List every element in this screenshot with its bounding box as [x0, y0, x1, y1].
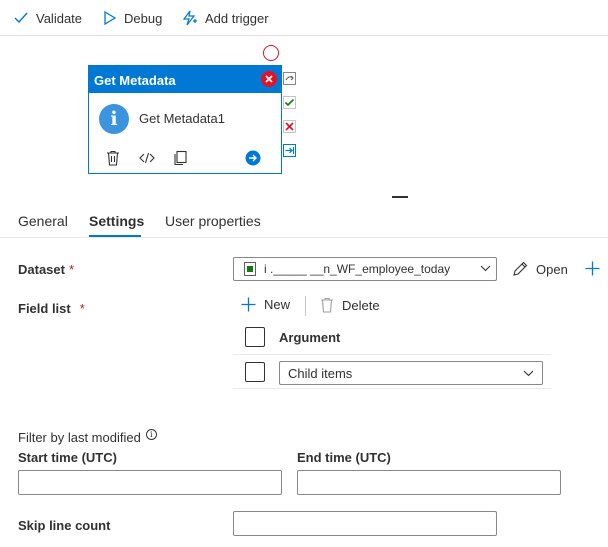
required-marker: * [68, 262, 75, 277]
dataset-select[interactable]: i ._____ __n_WF_employee_today [233, 257, 497, 281]
new-argument-button[interactable]: New [241, 297, 290, 312]
activity-card-body: i Get Metadata1 [89, 93, 281, 145]
end-time-label: End time (UTC) [297, 450, 391, 465]
field-list-label: Field list * [18, 301, 85, 316]
dataset-label: Dataset * [18, 262, 75, 277]
go-arrow-icon[interactable] [245, 150, 261, 166]
argument-select[interactable]: Child items [279, 361, 543, 385]
argument-value: Child items [288, 366, 353, 381]
debug-button[interactable]: Debug [104, 9, 162, 27]
lightning-icon [182, 10, 197, 26]
validate-label: Validate [36, 10, 83, 26]
activity-card-actions [89, 146, 281, 170]
tab-user-properties[interactable]: User properties [165, 213, 261, 229]
toolbar-divider [305, 296, 306, 316]
dataset-icon [244, 262, 256, 276]
add-trigger-label: Add trigger [205, 10, 269, 26]
chevron-down-icon [480, 265, 491, 272]
status-circle-icon [263, 45, 279, 61]
argument-grid-header: Argument [233, 325, 551, 355]
row-checkbox[interactable] [245, 362, 265, 382]
plus-icon [585, 261, 600, 276]
select-all-checkbox[interactable] [245, 327, 265, 347]
activity-card[interactable]: Get Metadata i Get Metadata1 [88, 65, 282, 174]
checkmark-icon [14, 12, 28, 24]
start-time-label: Start time (UTC) [18, 450, 117, 465]
end-time-input[interactable] [297, 470, 561, 495]
validate-button[interactable]: Validate [14, 9, 82, 27]
skip-line-count-input[interactable] [233, 511, 497, 536]
start-time-input[interactable] [18, 470, 282, 495]
open-dataset-button[interactable]: Open [512, 261, 568, 277]
success-output-icon[interactable] [283, 96, 296, 109]
chevron-down-icon [523, 370, 534, 377]
argument-column-header: Argument [279, 330, 341, 345]
copy-icon[interactable] [173, 150, 189, 166]
add-trigger-button[interactable]: Add trigger [182, 9, 269, 27]
active-tab-indicator [89, 235, 141, 237]
info-icon: i [99, 104, 129, 134]
delete-argument-button[interactable]: Delete [320, 297, 380, 313]
play-icon [104, 11, 116, 25]
open-label: Open [536, 261, 568, 277]
tab-general[interactable]: General [18, 213, 68, 229]
pipeline-toolbar: Validate Debug Add trigger [0, 0, 608, 36]
dataset-value: i ._____ __n_WF_employee_today [264, 262, 451, 276]
trash-icon [321, 297, 333, 313]
debug-label: Debug [124, 10, 163, 26]
plus-icon [241, 297, 256, 312]
activity-name: Get Metadata1 [139, 111, 225, 126]
argument-row: Child items [233, 356, 551, 389]
activity-card-header: Get Metadata [89, 66, 281, 93]
pencil-icon [513, 261, 528, 276]
activity-type-title: Get Metadata [94, 73, 176, 88]
panel-resize-handle[interactable] [392, 196, 408, 198]
filter-section-title: Filter by last modified i [18, 429, 157, 445]
skip-line-count-label: Skip line count [18, 518, 111, 533]
completion-output-icon[interactable] [283, 144, 296, 157]
delete-label: Delete [342, 297, 380, 313]
new-label: New [264, 297, 291, 312]
pipeline-canvas[interactable]: Get Metadata i Get Metadata1 [0, 37, 608, 197]
failure-output-icon[interactable] [283, 120, 296, 133]
new-dataset-button[interactable] [585, 261, 608, 276]
properties-tabs: General Settings User properties [0, 210, 608, 238]
skipped-output-icon[interactable] [283, 72, 296, 85]
delete-icon[interactable] [105, 150, 121, 166]
filter-title: Filter by last modified [18, 430, 141, 445]
info-icon[interactable]: i [145, 429, 157, 440]
required-marker: * [79, 301, 85, 316]
error-icon[interactable] [261, 71, 277, 87]
tab-settings[interactable]: Settings [89, 213, 144, 229]
code-icon[interactable] [139, 150, 155, 166]
